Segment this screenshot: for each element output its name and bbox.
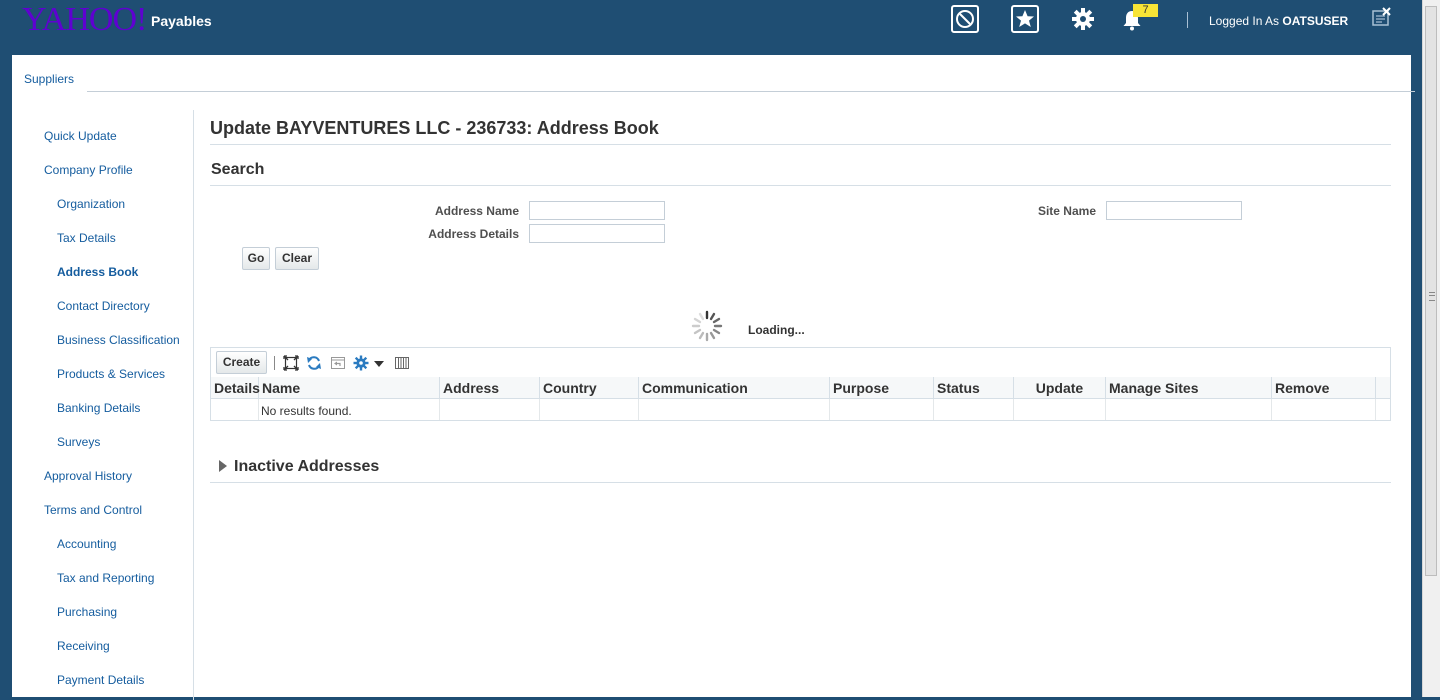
table-cell [934, 399, 1014, 420]
address-details-label: Address Details [428, 227, 519, 241]
table-cell [1014, 399, 1106, 420]
logged-in-status[interactable]: Logged In As OATSUSER [1209, 14, 1348, 28]
column-header-manage-sites[interactable]: Manage Sites [1106, 377, 1272, 399]
sidebar-item-surveys[interactable]: Surveys [57, 435, 100, 449]
freeze-columns-icon[interactable] [394, 355, 410, 371]
site-name-input[interactable] [1106, 201, 1242, 220]
tab-suppliers[interactable]: Suppliers [24, 72, 74, 86]
detach-table-icon[interactable] [283, 355, 299, 371]
site-name-label: Site Name [1037, 204, 1096, 218]
sidebar-item-tax-details[interactable]: Tax Details [57, 231, 116, 245]
header-divider [1187, 12, 1188, 28]
sidebar-divider [193, 110, 194, 700]
settings-gear-icon[interactable] [1069, 5, 1097, 33]
address-details-input[interactable] [529, 224, 665, 243]
column-header-purpose[interactable]: Purpose [830, 377, 934, 399]
address-name-input[interactable] [529, 201, 665, 220]
inactive-addresses-header[interactable]: Inactive Addresses [234, 458, 379, 476]
column-header-status[interactable]: Status [934, 377, 1014, 399]
title-divider [210, 144, 1391, 145]
chevron-down-icon[interactable] [373, 359, 385, 369]
sign-out-icon[interactable] [1371, 7, 1393, 29]
scrollbar-grip-icon [1429, 292, 1435, 301]
sidebar-item-company-profile[interactable]: Company Profile [44, 163, 133, 177]
vertical-scrollbar[interactable] [1422, 0, 1440, 697]
go-button[interactable]: Go [242, 247, 270, 270]
column-header-update[interactable]: Update [1014, 377, 1106, 399]
sidebar-item-banking-details[interactable]: Banking Details [57, 401, 140, 415]
clear-button[interactable]: Clear [275, 247, 319, 270]
navigator-icon[interactable] [951, 5, 979, 33]
sidebar-item-organization[interactable]: Organization [57, 197, 125, 211]
sidebar-item-purchasing[interactable]: Purchasing [57, 605, 117, 619]
sidebar-item-tax-and-reporting[interactable]: Tax and Reporting [57, 571, 154, 585]
column-header-remove[interactable]: Remove [1272, 377, 1376, 399]
table-cell [440, 399, 540, 420]
revert-icon[interactable] [330, 355, 346, 371]
logged-in-label: Logged In As [1209, 14, 1280, 28]
app-header: YAHOO! Payables 7 Logged In As OATSUSER [0, 0, 1422, 55]
sidebar-item-address-book[interactable]: Address Book [57, 265, 138, 279]
sidebar-item-quick-update[interactable]: Quick Update [44, 129, 117, 143]
column-header-country[interactable]: Country [540, 377, 639, 399]
table-header-row: Details Name Address Country Communicati… [211, 377, 1390, 399]
search-divider [210, 185, 1391, 186]
loading-spinner-icon [691, 310, 723, 342]
table-cell [211, 399, 259, 420]
address-name-label: Address Name [434, 204, 519, 218]
sidebar-item-terms-and-control[interactable]: Terms and Control [44, 503, 142, 517]
table-cell [639, 399, 830, 420]
favorites-star-icon[interactable] [1011, 5, 1039, 33]
sidebar-item-receiving[interactable]: Receiving [57, 639, 110, 653]
username: OATSUSER [1282, 14, 1349, 28]
actions-gear-icon[interactable] [353, 355, 369, 371]
column-header-address[interactable]: Address [440, 377, 540, 399]
sidebar-item-contact-directory[interactable]: Contact Directory [57, 299, 150, 313]
tab-underline [87, 91, 1415, 92]
table-cell [1106, 399, 1272, 420]
create-button[interactable]: Create [216, 351, 267, 374]
page-title: Update BAYVENTURES LLC - 236733: Address… [210, 118, 659, 138]
sidebar-item-products-services[interactable]: Products & Services [57, 367, 165, 381]
column-header-name[interactable]: Name [259, 377, 440, 399]
toolbar-divider [274, 356, 275, 370]
content-panel: Suppliers Quick Update Company Profile O… [12, 55, 1415, 700]
scrollbar-thumb[interactable] [1425, 6, 1437, 576]
sidebar-item-accounting[interactable]: Accounting [57, 537, 116, 551]
column-header-communication[interactable]: Communication [639, 377, 830, 399]
table-cell [1272, 399, 1376, 420]
inactive-divider [210, 482, 1391, 483]
sidebar-item-approval-history[interactable]: Approval History [44, 469, 132, 483]
sidebar-item-payment-details[interactable]: Payment Details [57, 673, 144, 687]
yahoo-logo[interactable]: YAHOO! [22, 0, 147, 40]
expand-triangle-icon[interactable] [219, 460, 227, 472]
app-title: Payables [151, 13, 212, 29]
loading-text: Loading... [748, 323, 805, 337]
search-section-title: Search [211, 161, 265, 178]
table-cell [540, 399, 639, 420]
sidebar-item-business-classification[interactable]: Business Classification [57, 333, 180, 347]
column-header-details[interactable]: Details [211, 377, 260, 399]
table-cell [830, 399, 934, 420]
refresh-icon[interactable] [306, 355, 322, 371]
no-results-message: No results found. [261, 404, 352, 418]
notification-count-badge: 7 [1133, 4, 1158, 17]
